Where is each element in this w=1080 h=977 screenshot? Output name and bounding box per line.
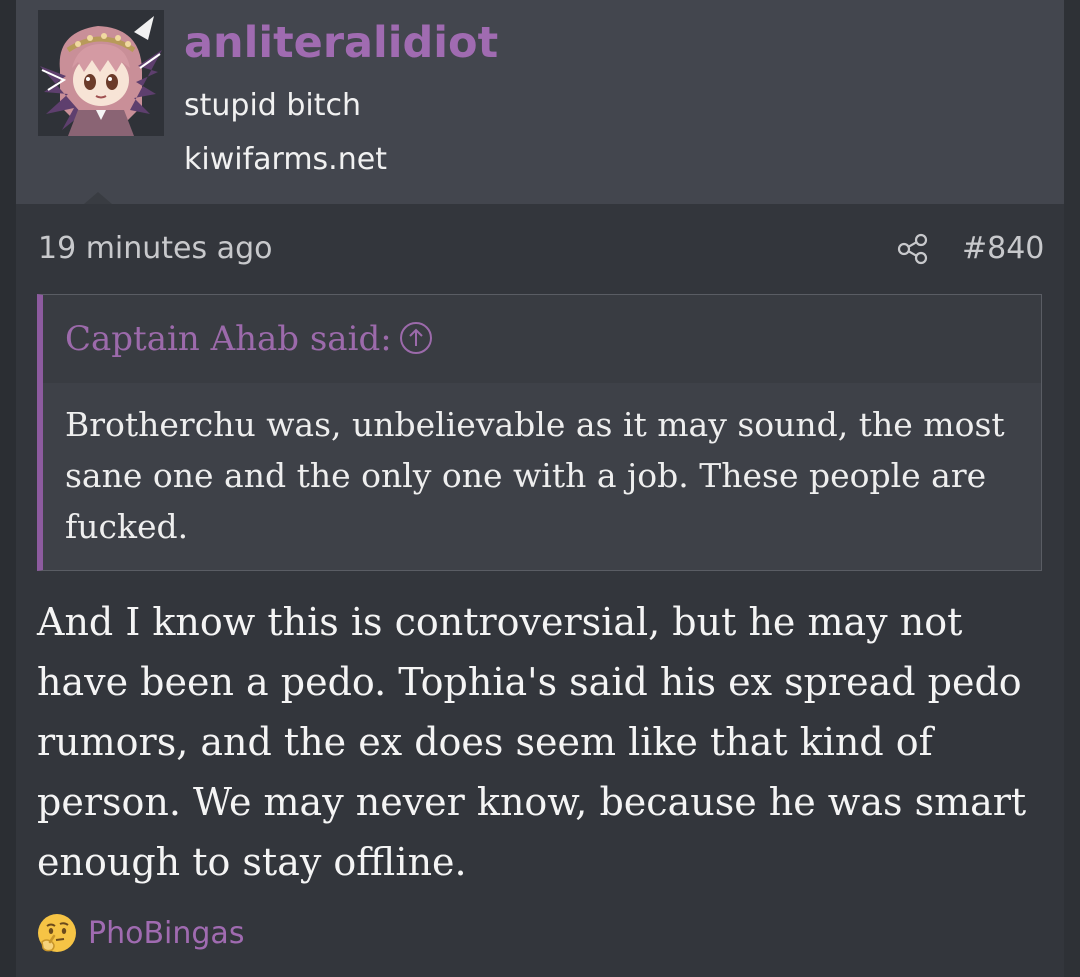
share-icon[interactable] xyxy=(896,232,930,266)
quote-block: Captain Ahab said: Brotherchu was, unbel… xyxy=(37,294,1042,571)
post-number[interactable]: #840 xyxy=(962,229,1044,269)
post-timestamp[interactable]: 19 minutes ago xyxy=(38,229,272,269)
user-site: kiwifarms.net xyxy=(184,142,387,177)
arrow-up-circle-icon[interactable] xyxy=(399,321,433,355)
user-title: stupid bitch xyxy=(184,88,362,123)
user-header xyxy=(16,0,1064,204)
post-body: And I know this is controversial, but he… xyxy=(37,600,1027,884)
quote-author[interactable]: Captain Ahab said: xyxy=(65,315,392,363)
post-container: anliteralidiot stupid bitch kiwifarms.ne… xyxy=(0,0,1080,977)
username[interactable]: anliteralidiot xyxy=(184,12,498,74)
left-gutter xyxy=(0,0,16,977)
quote-text: Brotherchu was, unbelievable as it may s… xyxy=(65,405,1005,546)
avatar[interactable] xyxy=(38,10,164,136)
quote-header: Captain Ahab said: xyxy=(43,295,1041,383)
thinking-face-icon xyxy=(38,914,76,952)
reaction-user-list[interactable]: PhoBingas xyxy=(88,914,244,954)
quote-body: Brotherchu was, unbelievable as it may s… xyxy=(43,383,1041,570)
header-pointer-arrow xyxy=(84,192,112,204)
right-gutter xyxy=(1064,0,1080,977)
anime-girl-avatar-icon xyxy=(38,10,164,136)
